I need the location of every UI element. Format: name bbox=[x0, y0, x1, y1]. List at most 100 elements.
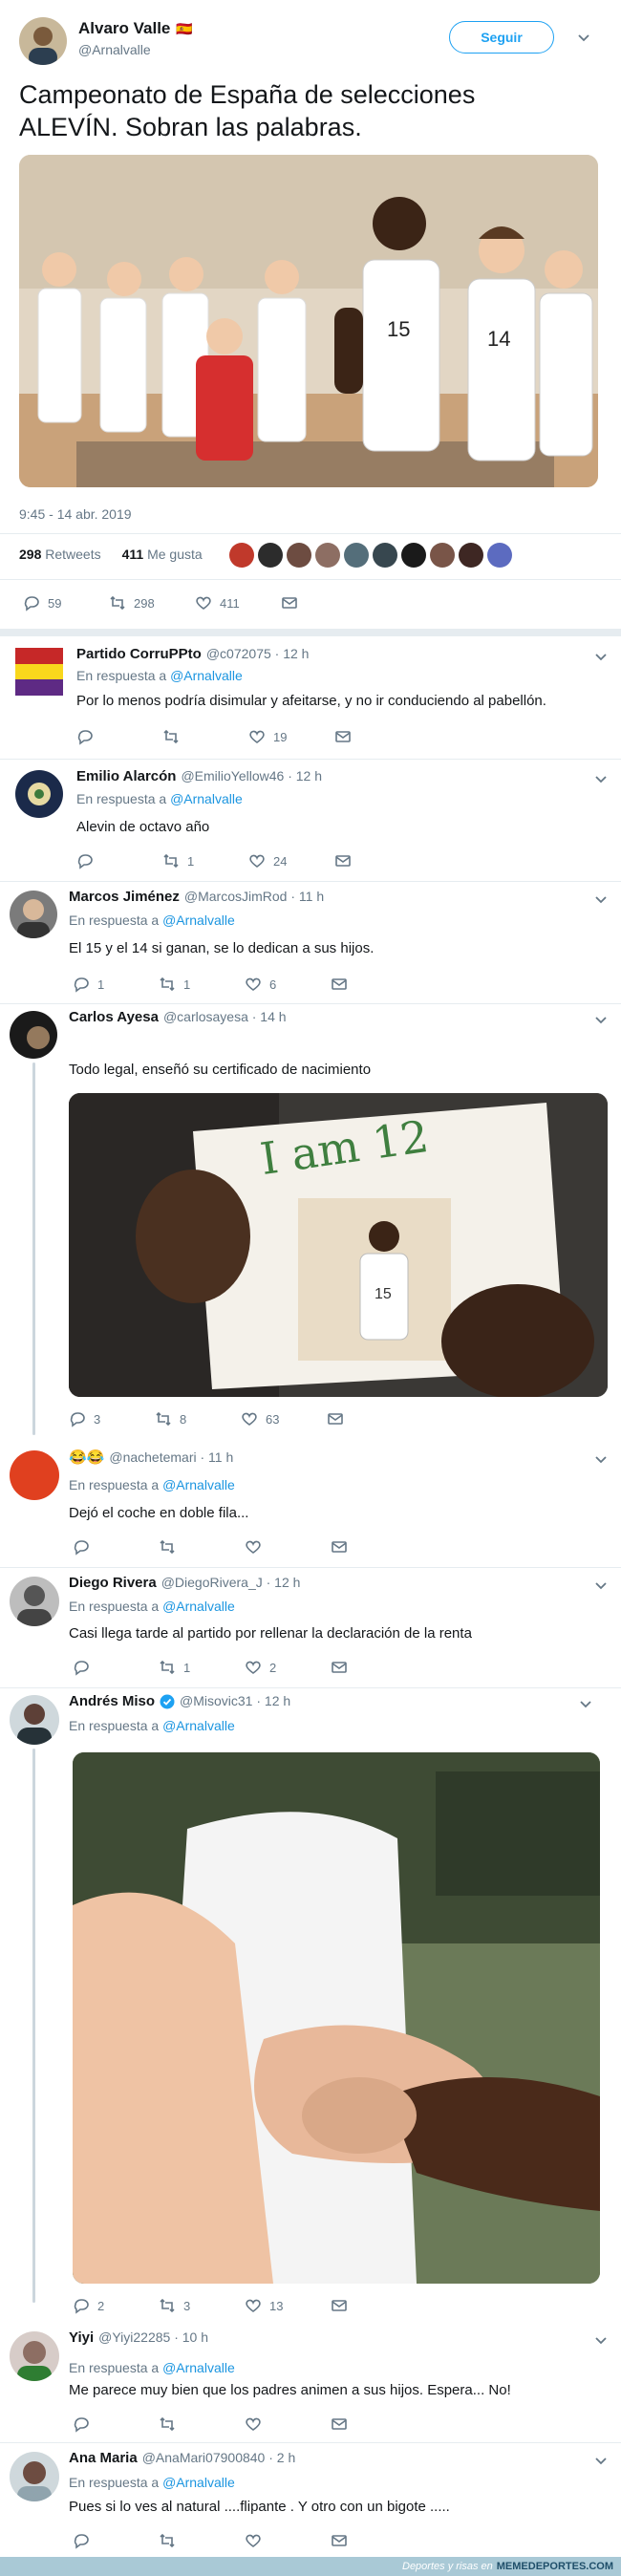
reply-photo[interactable] bbox=[73, 1752, 600, 2284]
tweet-timestamp[interactable]: 9:45 - 14 abr. 2019 bbox=[19, 506, 132, 522]
liker-avatar[interactable] bbox=[287, 543, 311, 568]
dm-button[interactable] bbox=[327, 1410, 413, 1428]
chevron-down-icon[interactable] bbox=[594, 1013, 608, 1026]
reply-to-link[interactable]: @Arnalvalle bbox=[170, 791, 243, 806]
reply-author-handle[interactable]: @MarcosJimRod · 11 h bbox=[184, 889, 324, 904]
reply-to-link[interactable]: @Arnalvalle bbox=[162, 2475, 235, 2490]
like-button[interactable]: 411 bbox=[195, 594, 281, 612]
dm-button[interactable] bbox=[331, 976, 417, 993]
reply-avatar[interactable] bbox=[10, 2331, 59, 2381]
reply-to-link[interactable]: @Arnalvalle bbox=[170, 668, 243, 683]
tweet-photo[interactable]: 15 14 bbox=[19, 155, 598, 487]
reply-to-link[interactable]: @Arnalvalle bbox=[162, 2360, 235, 2375]
follow-button[interactable]: Seguir bbox=[449, 21, 554, 54]
reply-author-name[interactable]: Marcos Jiménez bbox=[69, 889, 180, 905]
retweet-button[interactable] bbox=[159, 2532, 245, 2549]
reply-author-handle[interactable]: @DiegoRivera_J · 12 h bbox=[161, 1575, 301, 1590]
liker-avatar[interactable] bbox=[487, 543, 512, 568]
reply-avatar[interactable] bbox=[10, 2452, 59, 2501]
like-button[interactable] bbox=[245, 2415, 331, 2433]
reply-button[interactable] bbox=[76, 728, 162, 745]
reply-avatar[interactable] bbox=[10, 1577, 59, 1626]
reply-button[interactable]: 3 bbox=[69, 1410, 155, 1428]
dm-button[interactable] bbox=[331, 2415, 417, 2433]
dm-button[interactable] bbox=[331, 2532, 417, 2549]
liker-avatar[interactable] bbox=[459, 543, 483, 568]
dm-button[interactable] bbox=[331, 1659, 417, 1676]
chevron-down-icon[interactable] bbox=[594, 2333, 608, 2347]
author-handle[interactable]: @Arnalvalle bbox=[78, 42, 151, 57]
liker-avatar[interactable] bbox=[315, 543, 340, 568]
chevron-down-icon[interactable] bbox=[579, 1697, 592, 1710]
retweet-button[interactable]: 3 bbox=[159, 2297, 245, 2314]
retweets-stat[interactable]: 298 Retweets bbox=[19, 547, 101, 562]
reply-avatar[interactable] bbox=[10, 1450, 59, 1500]
liker-avatar[interactable] bbox=[229, 543, 254, 568]
reply-author-name[interactable]: 😂😂 bbox=[69, 1449, 104, 1466]
reply-author-handle[interactable]: @nachetemari · 11 h bbox=[109, 1449, 233, 1465]
retweet-button[interactable]: 1 bbox=[162, 852, 248, 869]
reply-author-name[interactable]: Carlos Ayesa bbox=[69, 1009, 159, 1025]
reply-avatar[interactable] bbox=[10, 891, 57, 938]
chevron-down-icon[interactable] bbox=[577, 31, 590, 44]
chevron-down-icon[interactable] bbox=[594, 1578, 608, 1592]
reply-author-name[interactable]: Andrés Miso bbox=[69, 1693, 155, 1709]
author-avatar[interactable] bbox=[19, 17, 67, 65]
dm-button[interactable] bbox=[331, 1538, 417, 1556]
reply-button[interactable]: 2 bbox=[73, 2297, 159, 2314]
dm-button[interactable] bbox=[281, 594, 367, 612]
reply-to-link[interactable]: @Arnalvalle bbox=[162, 1477, 235, 1492]
like-button[interactable]: 13 bbox=[245, 2297, 331, 2314]
reply-author-handle[interactable]: @EmilioYellow46 · 12 h bbox=[181, 768, 322, 784]
retweet-button[interactable]: 1 bbox=[159, 1659, 245, 1676]
like-button[interactable]: 2 bbox=[245, 1659, 331, 1676]
reply-author-name[interactable]: Yiyi bbox=[69, 2329, 94, 2346]
chevron-down-icon[interactable] bbox=[594, 772, 608, 785]
like-button[interactable]: 6 bbox=[245, 976, 331, 993]
chevron-down-icon[interactable] bbox=[594, 892, 608, 906]
reply-button[interactable] bbox=[73, 1538, 159, 1556]
liker-avatar[interactable] bbox=[401, 543, 426, 568]
chevron-down-icon[interactable] bbox=[594, 650, 608, 663]
liker-avatar[interactable] bbox=[373, 543, 397, 568]
reply-button[interactable] bbox=[73, 2415, 159, 2433]
reply-avatar[interactable] bbox=[10, 1011, 57, 1059]
reply-avatar[interactable] bbox=[10, 1695, 59, 1745]
reply-author-handle[interactable]: @c072075 · 12 h bbox=[206, 646, 310, 661]
chevron-down-icon[interactable] bbox=[594, 1452, 608, 1466]
retweet-button[interactable]: 8 bbox=[155, 1410, 241, 1428]
chevron-down-icon[interactable] bbox=[594, 2454, 608, 2467]
reply-author-name[interactable]: Ana Maria bbox=[69, 2450, 138, 2466]
dm-button[interactable] bbox=[331, 2297, 417, 2314]
reply-author-name[interactable]: Diego Rivera bbox=[69, 1575, 157, 1591]
like-button[interactable] bbox=[245, 2532, 331, 2549]
dm-button[interactable] bbox=[334, 728, 420, 745]
reply-button[interactable] bbox=[73, 2532, 159, 2549]
like-button[interactable]: 24 bbox=[248, 852, 334, 869]
reply-avatar[interactable] bbox=[15, 770, 63, 818]
retweet-button[interactable] bbox=[162, 728, 248, 745]
reply-avatar[interactable] bbox=[15, 648, 63, 696]
likes-stat[interactable]: 411 Me gusta bbox=[122, 547, 203, 562]
dm-button[interactable] bbox=[334, 852, 420, 869]
reply-to-link[interactable]: @Arnalvalle bbox=[162, 1599, 235, 1614]
reply-button[interactable]: 59 bbox=[23, 594, 109, 612]
like-button[interactable] bbox=[245, 1538, 331, 1556]
reply-button[interactable] bbox=[73, 1659, 159, 1676]
author-name[interactable]: Alvaro Valle bbox=[78, 19, 170, 38]
reply-photo[interactable]: 15 I am 12 bbox=[69, 1093, 608, 1397]
retweet-button[interactable]: 298 bbox=[109, 594, 195, 612]
reply-author-handle[interactable]: @Misovic31 · 12 h bbox=[180, 1693, 290, 1708]
liker-avatar[interactable] bbox=[344, 543, 369, 568]
reply-to-link[interactable]: @Arnalvalle bbox=[162, 1718, 235, 1733]
liker-avatar[interactable] bbox=[430, 543, 455, 568]
reply-author-handle[interactable]: @carlosayesa · 14 h bbox=[163, 1009, 287, 1024]
retweet-button[interactable]: 1 bbox=[159, 976, 245, 993]
like-button[interactable]: 19 bbox=[248, 728, 334, 745]
reply-button[interactable] bbox=[76, 852, 162, 869]
reply-author-handle[interactable]: @AnaMari07900840 · 2 h bbox=[142, 2450, 296, 2465]
reply-author-name[interactable]: Partido CorruPPto bbox=[76, 646, 202, 662]
reply-to-link[interactable]: @Arnalvalle bbox=[162, 912, 235, 928]
reply-author-handle[interactable]: @Yiyi22285 · 10 h bbox=[98, 2329, 208, 2345]
like-button[interactable]: 63 bbox=[241, 1410, 327, 1428]
